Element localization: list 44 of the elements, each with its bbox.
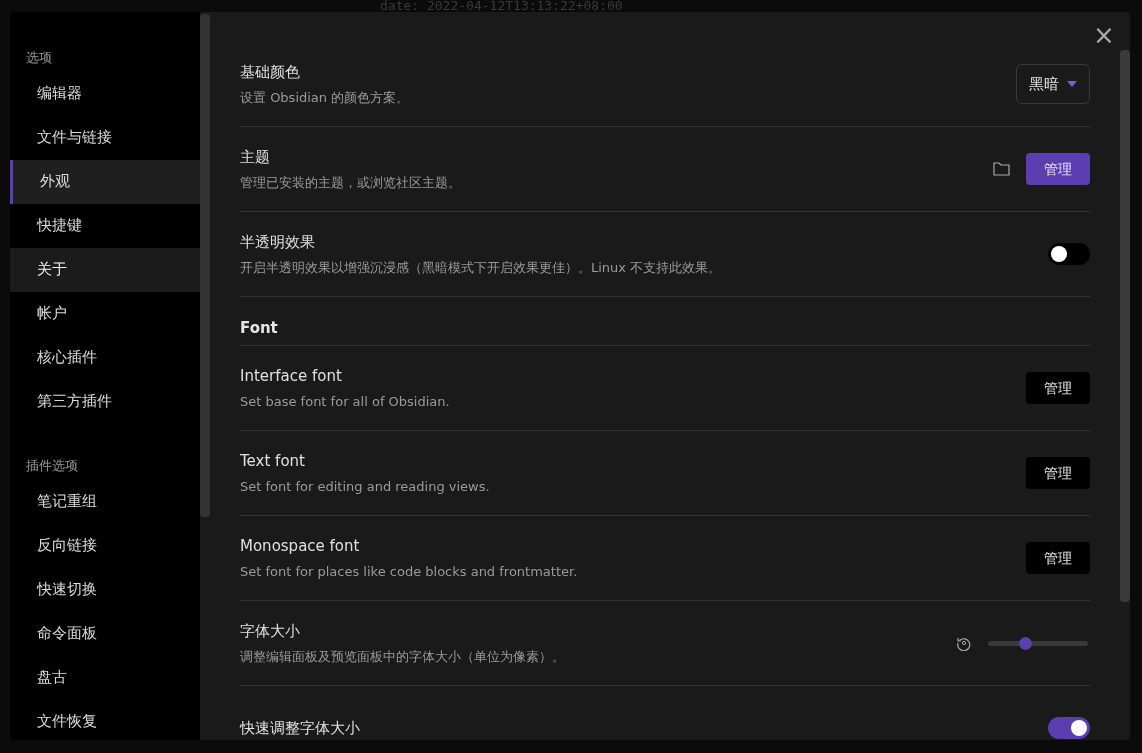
manage-button[interactable]: 管理 xyxy=(1026,372,1090,404)
color-scheme-dropdown[interactable]: 黑暗 xyxy=(1016,64,1090,104)
sidebar-item[interactable]: 帐户 xyxy=(10,291,200,336)
setting-title: Text font xyxy=(240,451,306,472)
sidebar-item[interactable]: 命令面板 xyxy=(10,611,200,655)
setting-description: 管理已安装的主题，或浏览社区主题。 xyxy=(240,173,461,192)
section-heading: 选项 xyxy=(25,49,53,67)
setting-description: 调整编辑面板及预览面板中的字体大小（单位为像素）。 xyxy=(240,647,565,666)
setting-title: 半透明效果 xyxy=(240,232,316,253)
slider-thumb[interactable] xyxy=(1019,636,1032,650)
setting-title: 基础颜色 xyxy=(240,62,301,83)
toggle-switch[interactable] xyxy=(1048,717,1090,739)
setting-description: 设置 Obsidian 的颜色方案。 xyxy=(240,88,410,107)
sidebar-item[interactable]: 关于 xyxy=(10,247,200,292)
setting-title: 字体大小 xyxy=(240,621,301,642)
setting-title: 主题 xyxy=(240,147,271,168)
setting-description: Set font for editing and reading views. xyxy=(240,477,490,496)
manage-button[interactable]: 管理 xyxy=(1026,542,1090,574)
close-button[interactable]: × xyxy=(1092,20,1116,50)
sidebar-item[interactable]: 文件恢复 xyxy=(10,699,200,740)
reset-icon[interactable] xyxy=(956,635,972,651)
sidebar-item[interactable]: 外观 xyxy=(10,159,200,204)
sidebar-item[interactable]: 快速切换 xyxy=(10,567,200,611)
section-heading: 插件选项 xyxy=(25,456,79,475)
sidebar-item[interactable]: 核心插件 xyxy=(10,335,200,380)
sidebar-item[interactable]: 第三方插件 xyxy=(10,379,200,424)
setting-title: Interface font xyxy=(240,366,343,387)
caret-icon xyxy=(1067,81,1077,87)
setting-title: 快速调整字体大小 xyxy=(240,717,360,739)
setting-title: Monospace font xyxy=(240,536,361,557)
sidebar-item[interactable]: 快捷键 xyxy=(10,203,200,248)
sidebar-item[interactable]: 盘古 xyxy=(10,655,200,699)
folder-icon[interactable] xyxy=(993,162,1010,176)
setting-description: Set font for places like code blocks and frontmatter. xyxy=(240,562,578,581)
section-heading: Font xyxy=(240,318,279,339)
sidebar-item[interactable]: 文件与链接 xyxy=(10,115,200,160)
manage-button[interactable]: 管理 xyxy=(1026,457,1090,489)
manage-button[interactable]: 管理 xyxy=(1026,153,1090,185)
setting-description: 开启半透明效果以增强沉浸感（黑暗模式下开启效果更佳）。Linux 不支持此效果。 xyxy=(240,258,722,277)
toggle-switch[interactable] xyxy=(1048,243,1090,265)
sidebar-item[interactable]: 编辑器 xyxy=(10,71,200,116)
sidebar-item[interactable]: 反向链接 xyxy=(10,523,200,567)
sidebar-item[interactable]: 笔记重组 xyxy=(10,479,200,523)
setting-description: Set base font for all of Obsidian. xyxy=(240,392,450,411)
